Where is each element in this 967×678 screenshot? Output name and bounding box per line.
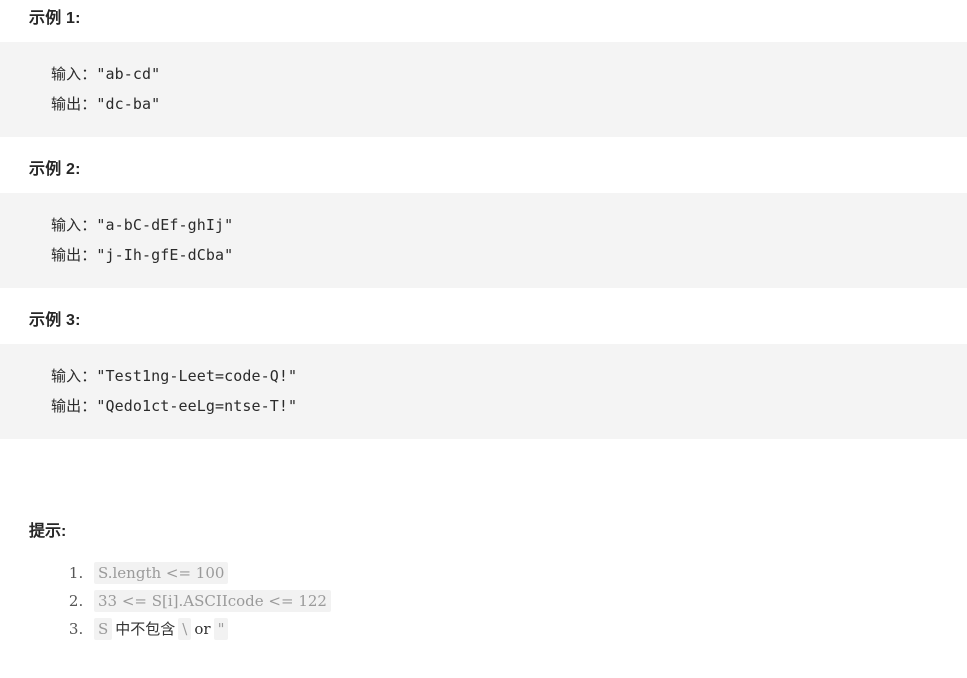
example-3-output-label: 输出： <box>51 397 97 415</box>
example-1-input-label: 输入： <box>51 65 97 83</box>
example-2-code-block: 输入："a-bC-dEf-ghIj" 输出："j-Ih-gfE-dCba" <box>0 193 967 288</box>
example-1-input-value: "ab-cd" <box>96 65 161 83</box>
hint-3-text-contains: 中不包含 <box>115 620 176 638</box>
example-2-input-value: "a-bC-dEf-ghIj" <box>96 216 234 234</box>
problem-description-page: 示例 1: 输入："ab-cd" 输出："dc-ba" 示例 2: 输入："a-… <box>0 0 967 678</box>
example-3-code-block: 输入："Test1ng-Leet=code-Q!" 输出："Qedo1ct-ee… <box>0 344 967 439</box>
hints-list: S.length <= 100 33 <= S[i].ASCIIcode <= … <box>0 559 967 643</box>
hint-3-code-quote: " <box>213 618 229 640</box>
hint-item-1: S.length <= 100 <box>88 559 967 587</box>
hint-item-3: S中不包含\or" <box>88 615 967 643</box>
example-1-code-block: 输入："ab-cd" 输出："dc-ba" <box>0 42 967 137</box>
example-1-input-line: 输入："ab-cd" <box>51 59 967 89</box>
hint-3-code-backslash: \ <box>178 618 192 640</box>
hint-2-code: 33 <= S[i].ASCIIcode <= 122 <box>94 590 331 612</box>
example-2-input-label: 输入： <box>51 216 97 234</box>
hint-item-2: 33 <= S[i].ASCIIcode <= 122 <box>88 587 967 615</box>
example-3-output-line: 输出："Qedo1ct-eeLg=ntse-T!" <box>51 391 967 421</box>
example-2-output-line: 输出："j-Ih-gfE-dCba" <box>51 240 967 270</box>
example-1-heading: 示例 1: <box>29 10 81 27</box>
example-3-input-label: 输入： <box>51 367 97 385</box>
hint-3-text-or: or <box>194 620 211 638</box>
hints-heading: 提示: <box>29 523 67 540</box>
example-3-input-value: "Test1ng-Leet=code-Q!" <box>96 367 298 385</box>
example-2-heading: 示例 2: <box>29 161 81 178</box>
example-2-input-line: 输入："a-bC-dEf-ghIj" <box>51 210 967 240</box>
example-3-input-line: 输入："Test1ng-Leet=code-Q!" <box>51 361 967 391</box>
example-1-output-label: 输出： <box>51 95 97 113</box>
hint-1-code: S.length <= 100 <box>94 562 229 584</box>
example-1-heading-wrap: 示例 1: <box>0 0 967 30</box>
example-3-output-value: "Qedo1ct-eeLg=ntse-T!" <box>96 397 298 415</box>
example-3-heading: 示例 3: <box>29 312 81 329</box>
hint-3-code-variable: S <box>94 618 113 640</box>
example-2-output-label: 输出： <box>51 246 97 264</box>
example-1-output-line: 输出："dc-ba" <box>51 89 967 119</box>
example-2-output-value: "j-Ih-gfE-dCba" <box>96 246 234 264</box>
example-1-output-value: "dc-ba" <box>96 95 161 113</box>
